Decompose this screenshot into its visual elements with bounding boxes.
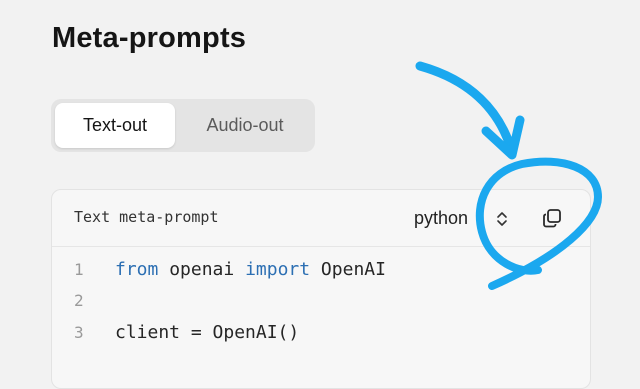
line-number: 2 [74,291,84,310]
tab-text-out[interactable]: Text-out [55,103,175,148]
code-text: from openai import OpenAI [115,255,386,285]
arrow-shaft [415,61,517,157]
code-card: Text meta-prompt python 1 from openai im… [51,189,591,389]
code-text: client = OpenAI() [115,318,299,348]
code-token: openai [158,259,246,280]
code-header: Text meta-prompt python [52,190,590,247]
arrow-head [481,115,525,160]
language-select[interactable]: python [414,205,468,231]
code-token: client = OpenAI() [115,322,300,343]
code-body: 1 from openai import OpenAI 2 3 client =… [52,247,590,388]
output-type-tabs: Text-out Audio-out [51,99,315,152]
code-token: OpenAI [310,259,386,280]
chevron-up-down-icon[interactable] [495,210,509,228]
line-number: 3 [74,323,84,342]
copy-icon[interactable] [541,207,563,229]
code-token: import [245,259,311,280]
code-caption: Text meta-prompt [74,208,219,226]
tab-audio-out[interactable]: Audio-out [179,103,311,148]
page-title: Meta-prompts [52,22,247,54]
line-number: 1 [74,260,84,279]
code-token: from [115,259,159,280]
